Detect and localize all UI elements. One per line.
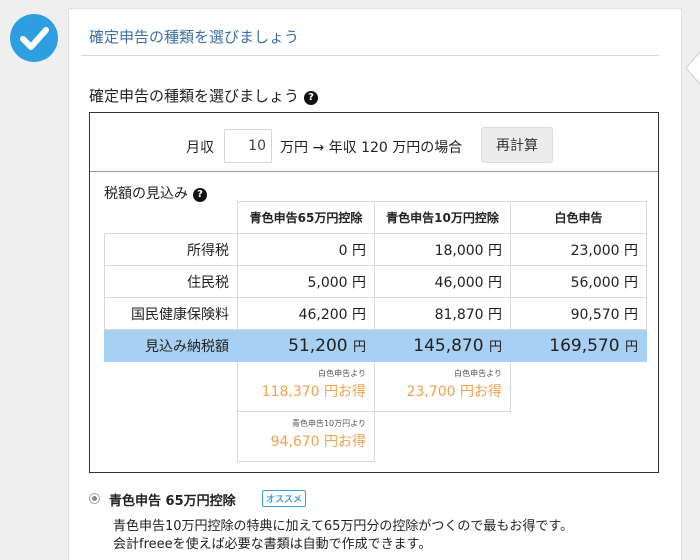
income-calculator: 月収 万円 → 年収 120 万円の場合 再計算: [90, 127, 658, 165]
table-row: 国民健康保険料 46,200 円 81,870 円 90,570 円: [104, 297, 647, 330]
radio-button[interactable]: [89, 493, 100, 504]
row-label: 国民健康保険料: [104, 297, 238, 330]
tax-value: 5,000 円: [237, 265, 375, 298]
empty-cell: [511, 412, 647, 462]
tax-value: 23,000 円: [510, 233, 647, 266]
section-title: 確定申告の種類を選びましょう?: [89, 85, 319, 106]
table-row: 所得税 0 円 18,000 円 23,000 円: [104, 233, 647, 266]
savings-row: 白色申告より 118,370 円お得 白色申告より 23,700 円お得: [105, 361, 647, 412]
help-icon[interactable]: ?: [193, 188, 207, 202]
savings-amount: 118,370 円お得: [261, 384, 366, 400]
tax-value: 56,000 円: [510, 265, 647, 298]
step-title: 確定申告の種類を選びましょう: [89, 28, 300, 46]
recalculate-button[interactable]: 再計算: [481, 127, 553, 163]
tax-estimate-table: 青色申告65万円控除 青色申告10万円控除 白色申告 所得税 0 円 18,00…: [104, 201, 647, 462]
tax-estimate-panel: 月収 万円 → 年収 120 万円の場合 再計算 税額の見込み? 青色申告65万…: [89, 112, 659, 473]
table-header-row: 青色申告65万円控除 青色申告10万円控除 白色申告: [105, 201, 647, 234]
total-row: 見込み納税額 51,200 円 145,870 円 169,570 円: [104, 329, 647, 362]
monthly-income-label: 月収: [186, 140, 214, 156]
savings-amount: 94,670 円お得: [270, 434, 366, 450]
tax-value: 90,570 円: [510, 297, 647, 330]
tax-value: 18,000 円: [374, 233, 511, 266]
option-title: 青色申告 65万円控除: [109, 494, 236, 509]
recommended-badge: オススメ: [262, 490, 307, 507]
total-unit: 円: [488, 339, 502, 355]
empty-cell: [105, 362, 238, 412]
savings-note: 白色申告より: [318, 369, 366, 378]
savings-cell: 青色申告10万円より 94,670 円お得: [237, 411, 375, 462]
row-label: 所得税: [104, 233, 238, 266]
total-unit: 円: [352, 339, 366, 355]
total-amount: 145,870: [413, 335, 484, 356]
collapse-arrow-icon[interactable]: [682, 50, 700, 86]
empty-cell: [511, 362, 647, 412]
row-label: 住民税: [104, 265, 238, 298]
divider: [81, 55, 659, 56]
total-value: 169,570 円: [510, 329, 647, 362]
savings-cell: 白色申告より 23,700 円お得: [374, 361, 511, 412]
column-header: 青色申告10万円控除: [374, 201, 511, 234]
savings-row: 青色申告10万円より 94,670 円お得: [105, 411, 647, 462]
option-description: 青色申告10万円控除の特典に加えて65万円分の控除がつくので最もお得です。: [113, 519, 574, 534]
help-icon[interactable]: ?: [304, 91, 319, 105]
empty-cell: [375, 412, 511, 462]
estimate-title: 税額の見込み?: [104, 183, 207, 203]
step-card: 確定申告の種類を選びましょう 確定申告の種類を選びましょう? 月収 万円 → 年…: [68, 8, 682, 560]
savings-note: 青色申告10万円より: [291, 419, 366, 428]
column-header: 白色申告: [510, 201, 647, 234]
tax-value: 0 円: [237, 233, 375, 266]
total-amount: 51,200: [288, 335, 348, 356]
monthly-income-input[interactable]: [224, 129, 272, 163]
divider: [90, 171, 658, 172]
table-row: 住民税 5,000 円 46,000 円 56,000 円: [104, 265, 647, 298]
estimate-title-text: 税額の見込み: [104, 186, 188, 202]
total-value: 145,870 円: [374, 329, 511, 362]
total-unit: 円: [624, 339, 638, 355]
section-title-text: 確定申告の種類を選びましょう: [89, 87, 300, 105]
option-description: 会計freeeを使えば必要な書類は自動で作成できます。: [113, 537, 432, 552]
empty-cell: [105, 412, 238, 462]
savings-amount: 23,700 円お得: [406, 384, 502, 400]
total-value: 51,200 円: [237, 329, 375, 362]
total-label: 見込み納税額: [104, 329, 238, 362]
savings-note: 白色申告より: [454, 369, 502, 378]
tax-value: 81,870 円: [374, 297, 511, 330]
total-amount: 169,570: [549, 335, 620, 356]
annual-income-label: 万円 → 年収 120 万円の場合: [280, 140, 463, 156]
tax-value: 46,000 円: [374, 265, 511, 298]
savings-cell: 白色申告より 118,370 円お得: [237, 361, 375, 412]
header-empty-cell: [105, 202, 238, 234]
tax-value: 46,200 円: [237, 297, 375, 330]
column-header: 青色申告65万円控除: [237, 201, 375, 234]
check-circle-icon: [10, 14, 58, 62]
